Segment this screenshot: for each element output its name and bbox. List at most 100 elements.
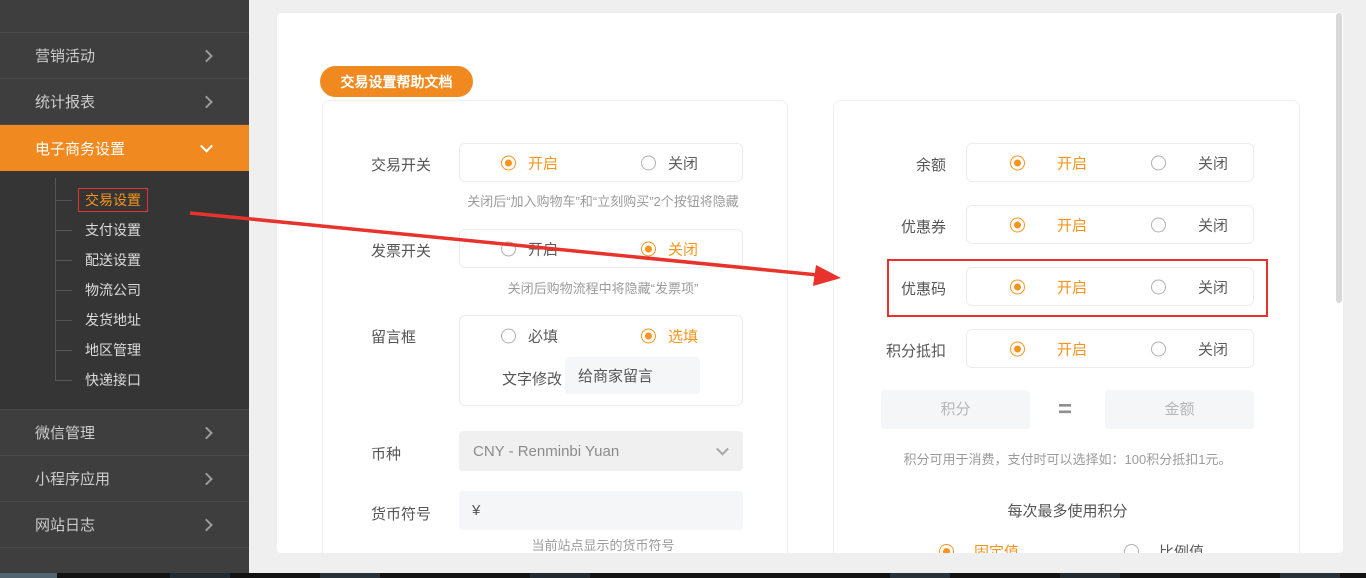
radio-label: 关闭 (1198, 341, 1229, 358)
help-doc-button[interactable]: 交易设置帮助文档 (320, 66, 473, 97)
message-required-option[interactable]: 必填 (501, 326, 558, 347)
points-deduction-off-option[interactable]: 关闭 (1151, 338, 1228, 359)
trade-settings-card: 交易开关 开启 关闭 关闭后“加入购物车”和“立刻购买”2个按钮将隐藏 发票开关… (322, 100, 788, 553)
radio-label: 关闭 (668, 155, 699, 172)
sidebar-item-reports[interactable]: 统计报表 (0, 79, 249, 125)
sidebar-item-marketing[interactable]: 营销活动 (0, 33, 249, 79)
radio-off-icon[interactable] (501, 328, 516, 344)
currency-symbol-input[interactable] (459, 491, 743, 530)
radio-on-icon[interactable] (1010, 279, 1025, 294)
sidebar-subitem-logistics-company[interactable]: 物流公司 (55, 275, 249, 305)
invoice-switch-label: 发票开关 (371, 243, 432, 260)
sidebar-item-label: 营销活动 (35, 48, 96, 65)
chevron-right-icon (200, 518, 213, 531)
sidebar-item-wechat[interactable]: 微信管理 (0, 410, 249, 456)
scrollbar-thumb[interactable] (1336, 13, 1342, 303)
screen: 营销活动 统计报表 电子商务设置 交易设置 支付设置 配送设置 物流公司 发货地… (0, 0, 1366, 578)
trade-switch-off-option[interactable]: 关闭 (641, 152, 698, 173)
sidebar-item-label: 网站日志 (35, 517, 96, 534)
points-deduction-on-option[interactable]: 开启 (1010, 338, 1087, 359)
equals-sign: = (1057, 396, 1072, 423)
invoice-switch-group: 开启 关闭 (459, 229, 743, 268)
coupon-label: 优惠券 (900, 219, 946, 236)
radio-label: 关闭 (1198, 155, 1229, 172)
sidebar-submenu: 交易设置 支付设置 配送设置 物流公司 发货地址 地区管理 快递接口 (0, 171, 249, 410)
taskbar-segment (0, 573, 57, 578)
radio-on-icon[interactable] (501, 155, 516, 170)
radio-label: 选填 (668, 328, 699, 346)
radio-label: 比例值 (1159, 544, 1205, 553)
coupon-code-label: 优惠码 (900, 281, 946, 298)
trade-switch-group: 开启 关闭 (459, 143, 743, 182)
balance-group: 开启 关闭 (966, 143, 1254, 182)
sidebar-subitem-delivery-settings[interactable]: 配送设置 (55, 245, 249, 275)
sidebar-item-label: 小程序应用 (35, 471, 111, 488)
points-input[interactable] (881, 390, 1030, 429)
taskbar-segment (1280, 573, 1340, 578)
currency-symbol-hint: 当前站点显示的货币符号 (531, 538, 675, 553)
chevron-right-icon (200, 426, 213, 439)
points-deduction-label: 积分抵扣 (885, 343, 946, 360)
taskbar-segment (320, 573, 380, 578)
invoice-switch-on-option[interactable]: 开启 (501, 238, 558, 259)
radio-off-icon[interactable] (1151, 217, 1166, 232)
radio-on-icon[interactable] (1010, 341, 1025, 356)
radio-off-icon[interactable] (1151, 341, 1166, 356)
sidebar-subitem-region-management[interactable]: 地区管理 (55, 335, 249, 365)
sidebar-subitem-trade-settings[interactable]: 交易设置 (55, 185, 249, 215)
radio-off-icon[interactable] (1151, 155, 1166, 170)
radio-label: 开启 (1057, 341, 1088, 358)
settings-panel: 交易设置帮助文档 交易开关 开启 关闭 关闭后“加入购物车”和“立刻购买”2个按… (277, 13, 1343, 553)
invoice-switch-off-option[interactable]: 关闭 (641, 238, 698, 259)
message-optional-option[interactable]: 选填 (641, 326, 698, 347)
radio-on-icon[interactable] (1010, 155, 1025, 170)
chevron-down-icon (716, 442, 729, 456)
chevron-right-icon (200, 472, 213, 485)
sidebar: 营销活动 统计报表 电子商务设置 交易设置 支付设置 配送设置 物流公司 发货地… (0, 0, 249, 573)
sidebar-item-label: 微信管理 (35, 425, 96, 442)
sidebar-item-site-logs[interactable]: 网站日志 (0, 502, 249, 548)
balance-off-option[interactable]: 关闭 (1151, 152, 1228, 173)
max-points-title: 每次最多使用积分 (1007, 503, 1128, 520)
radio-off-icon[interactable] (1124, 544, 1139, 553)
message-box-group: 必填 选填 文字修改 (459, 315, 743, 406)
amount-input[interactable] (1105, 390, 1254, 429)
balance-label: 余额 (915, 157, 946, 174)
coupon-group: 开启 关闭 (966, 205, 1254, 244)
sidebar-item-ecommerce-settings[interactable]: 电子商务设置 (0, 125, 249, 171)
fixed-value-option[interactable]: 固定值 (939, 541, 1019, 553)
sidebar-subitem-shipping-address[interactable]: 发货地址 (55, 305, 249, 335)
sidebar-subitem-express-api[interactable]: 快递接口 (55, 365, 249, 395)
ratio-value-option[interactable]: 比例值 (1124, 541, 1204, 553)
taskbar-segment (890, 573, 950, 578)
radio-label: 开启 (528, 241, 559, 258)
radio-off-icon[interactable] (501, 241, 516, 256)
radio-label: 开启 (1057, 217, 1088, 234)
radio-on-icon[interactable] (641, 241, 656, 256)
trade-switch-on-option[interactable]: 开启 (501, 152, 558, 173)
points-rate-hint: 积分可用于消费，支付时可以选择如：100积分抵扣1元。 (903, 452, 1232, 467)
coupon-code-off-option[interactable]: 关闭 (1151, 276, 1228, 297)
coupon-off-option[interactable]: 关闭 (1151, 214, 1228, 235)
coupon-code-on-option[interactable]: 开启 (1010, 276, 1087, 297)
merchant-message-input[interactable] (565, 357, 700, 394)
radio-on-icon[interactable] (641, 328, 656, 344)
currency-label: 币种 (371, 446, 402, 463)
currency-symbol-label: 货币符号 (371, 506, 432, 523)
message-box-label: 留言框 (371, 329, 417, 346)
currency-select[interactable]: CNY - Renminbi Yuan (459, 431, 743, 471)
coupon-on-option[interactable]: 开启 (1010, 214, 1087, 235)
sidebar-item-miniprogram[interactable]: 小程序应用 (0, 456, 249, 502)
text-edit-label: 文字修改 (502, 371, 563, 388)
radio-off-icon[interactable] (641, 155, 656, 170)
balance-on-option[interactable]: 开启 (1010, 152, 1087, 173)
taskbar-segment (1060, 573, 1120, 578)
sidebar-item-partial (0, 0, 249, 33)
radio-on-icon[interactable] (939, 544, 954, 553)
currency-select-value: CNY - Renminbi Yuan (473, 442, 620, 460)
taskbar-segment (530, 573, 590, 578)
radio-on-icon[interactable] (1010, 217, 1025, 232)
radio-off-icon[interactable] (1151, 279, 1166, 294)
sidebar-subitem-payment-settings[interactable]: 支付设置 (55, 215, 249, 245)
sidebar-item-label: 电子商务设置 (35, 140, 126, 158)
